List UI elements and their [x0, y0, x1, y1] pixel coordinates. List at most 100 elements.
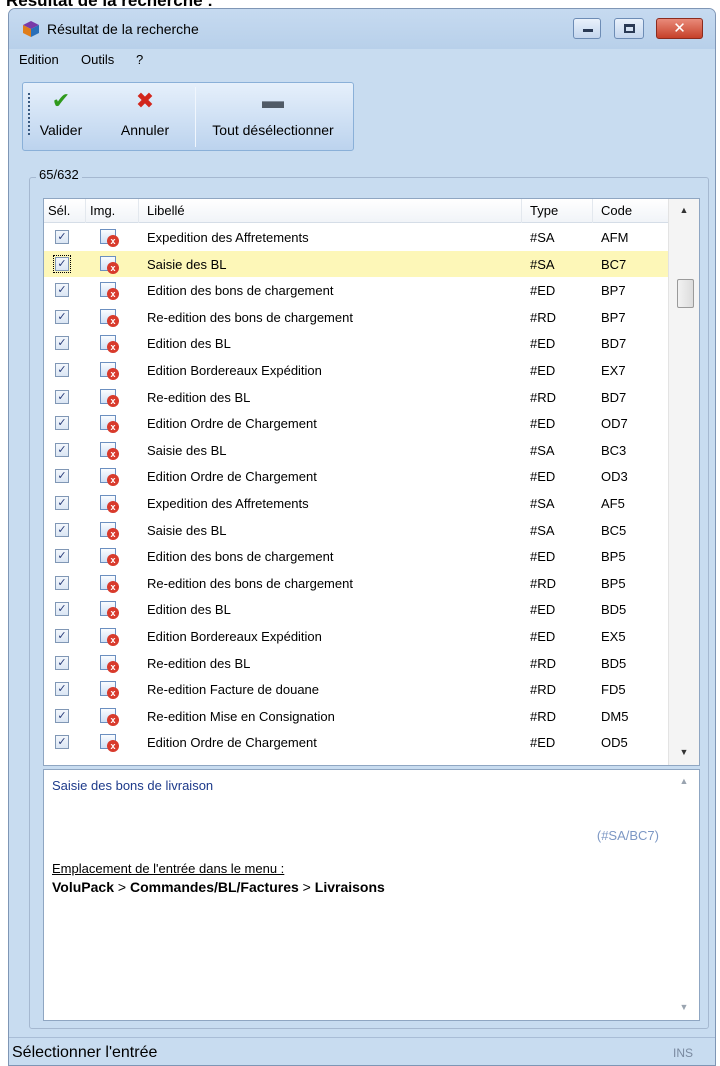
select-checkbox[interactable]: ✓ — [55, 629, 69, 643]
table-row[interactable]: ✓ x Edition des bons de chargement #ED BP5 — [44, 543, 668, 570]
header-code[interactable]: Code — [593, 199, 668, 223]
menu-outils[interactable]: Outils — [81, 52, 114, 67]
row-type: #ED — [530, 416, 556, 432]
select-checkbox[interactable]: ✓ — [55, 389, 69, 404]
entry-image: x — [98, 493, 120, 513]
row-label: Edition Ordre de Chargement — [147, 735, 317, 751]
error-badge-icon: x — [107, 474, 119, 487]
menu-help[interactable]: ? — [136, 52, 143, 67]
header-type[interactable]: Type — [522, 199, 593, 223]
entry-image: x — [98, 520, 120, 540]
select-checkbox[interactable]: ✓ — [55, 309, 69, 324]
error-badge-icon: x — [107, 580, 119, 593]
select-checkbox[interactable]: ✓ — [55, 230, 69, 244]
detail-scroll-down-icon[interactable]: ▼ — [669, 1002, 699, 1012]
scroll-down-icon[interactable]: ▼ — [669, 747, 699, 757]
maximize-button[interactable] — [614, 18, 644, 39]
select-checkbox[interactable]: ✓ — [55, 496, 69, 510]
table-row[interactable]: ✓ x Expedition des Affretements #SA AF5 — [44, 490, 668, 517]
row-label: Re-edition des BL — [147, 655, 251, 671]
row-code: DM5 — [601, 708, 629, 724]
table-row[interactable]: ✓ x Re-edition Mise en Consignation #RD DM5 — [44, 703, 668, 730]
table-row[interactable]: ✓ x Re-edition des BL #RD BD7 — [44, 384, 668, 411]
detail-scroll-up-icon[interactable]: ▲ — [669, 776, 699, 786]
table-row[interactable]: ✓ x Saisie des BL #SA BC7 — [44, 250, 668, 278]
table-row[interactable]: ✓ x Edition Ordre de Chargement #ED OD5 — [44, 729, 668, 756]
results-count: 65/632 — [36, 167, 82, 182]
cancel-label: Annuler — [120, 122, 170, 138]
maximize-icon — [624, 24, 635, 33]
select-checkbox[interactable]: ✓ — [55, 549, 69, 564]
select-checkbox[interactable]: ✓ — [55, 708, 69, 723]
entry-code: (#SA/BC7) — [596, 828, 659, 843]
menu-edition[interactable]: Edition — [19, 52, 59, 67]
select-checkbox[interactable]: ✓ — [55, 416, 69, 431]
close-button[interactable]: ✕ — [656, 18, 703, 39]
error-badge-icon: x — [107, 288, 119, 301]
table-row[interactable]: ✓ x Re-edition des bons de chargement #RD BP… — [44, 570, 668, 597]
select-checkbox[interactable]: ✓ — [55, 655, 69, 670]
row-type: #RD — [530, 309, 557, 325]
detail-scrollbar[interactable]: ▲ ▼ — [669, 770, 699, 1020]
table-row[interactable]: ✓ x Edition des bons de chargement #ED BP7 — [44, 277, 668, 304]
entry-image: x — [98, 360, 120, 380]
row-code: BD5 — [601, 602, 627, 618]
row-label: Edition des bons de chargement — [147, 549, 334, 565]
scroll-up-icon[interactable]: ▲ — [669, 205, 699, 215]
path-mid: Commandes/BL/Factures — [129, 879, 299, 895]
cancel-button[interactable]: ✖ Annuler — [109, 83, 181, 151]
close-icon: ✕ — [673, 20, 686, 37]
validate-button[interactable]: ✔ Valider — [29, 83, 93, 151]
table-row[interactable]: ✓ x Expedition des Affretements #SA AFM — [44, 224, 668, 251]
table-row[interactable]: ✓ x Edition des BL #ED BD5 — [44, 596, 668, 623]
entry-image: x — [98, 599, 120, 620]
table-row[interactable]: ✓ x Saisie des BL #SA BC5 — [44, 517, 668, 544]
row-code: BD5 — [601, 655, 627, 671]
cross-icon: ✖ — [135, 88, 155, 113]
table-row[interactable]: ✓ x Edition Bordereaux Expédition #ED EX7 — [44, 357, 668, 384]
scroll-thumb[interactable] — [677, 279, 694, 308]
header-sel[interactable]: Sél. — [44, 199, 86, 223]
table-row[interactable]: ✓ x Saisie des BL #SA BC3 — [44, 437, 668, 464]
app-icon — [23, 21, 39, 37]
table-row[interactable]: ✓ x Re-edition des bons de chargement #RD BP… — [44, 304, 668, 331]
row-label: Edition des BL — [147, 602, 231, 618]
deselect-all-button[interactable]: ▬ Tout désélectionner — [199, 83, 347, 151]
entry-image: x — [98, 413, 120, 434]
header-label[interactable]: Libellé — [139, 199, 522, 223]
select-checkbox[interactable]: ✓ — [55, 735, 69, 750]
select-checkbox[interactable]: ✓ — [55, 469, 69, 484]
entry-image: x — [98, 254, 120, 274]
select-checkbox[interactable]: ✓ — [55, 602, 69, 617]
error-badge-icon: x — [107, 501, 119, 513]
grid-header: Sél. Img. Libellé Type Code — [44, 199, 668, 223]
row-code: BC7 — [601, 256, 627, 272]
minimize-button[interactable] — [573, 18, 601, 39]
entry-image: x — [98, 333, 120, 354]
table-row[interactable]: ✓ x Edition Ordre de Chargement #ED OD3 — [44, 463, 668, 490]
table-row[interactable]: ✓ x Edition des BL #ED BD7 — [44, 330, 668, 357]
select-checkbox[interactable]: ✓ — [53, 254, 71, 273]
select-checkbox[interactable]: ✓ — [55, 575, 69, 590]
select-checkbox[interactable]: ✓ — [55, 283, 69, 298]
table-row[interactable]: ✓ x Edition Bordereaux Expédition #ED EX5 — [44, 623, 668, 650]
select-checkbox[interactable]: ✓ — [55, 363, 69, 377]
row-code: BP7 — [601, 309, 626, 325]
grid-scrollbar[interactable]: ▲ ▼ — [668, 199, 699, 765]
select-checkbox[interactable]: ✓ — [55, 442, 69, 457]
row-type: #SA — [530, 522, 555, 538]
row-code: AF5 — [601, 496, 625, 511]
title-bar[interactable]: Résultat de la recherche ✕ — [9, 9, 715, 49]
table-row[interactable]: ✓ x Re-edition des BL #RD BD5 — [44, 650, 668, 677]
select-checkbox[interactable]: ✓ — [55, 682, 69, 697]
row-label: Saisie des BL — [147, 442, 227, 458]
table-row[interactable]: ✓ x Edition Ordre de Chargement #ED OD7 — [44, 410, 668, 437]
menu-location-path: VoluPack > Commandes/BL/Factures > Livra… — [52, 879, 385, 895]
select-checkbox[interactable]: ✓ — [55, 522, 69, 537]
table-row[interactable]: ✓ x Re-edition Facture de douane #RD FD5 — [44, 676, 668, 703]
row-code: FD5 — [601, 682, 626, 698]
error-badge-icon: x — [107, 314, 119, 327]
select-checkbox[interactable]: ✓ — [55, 336, 69, 351]
header-img[interactable]: Img. — [86, 199, 139, 223]
row-code: AFM — [601, 230, 629, 245]
